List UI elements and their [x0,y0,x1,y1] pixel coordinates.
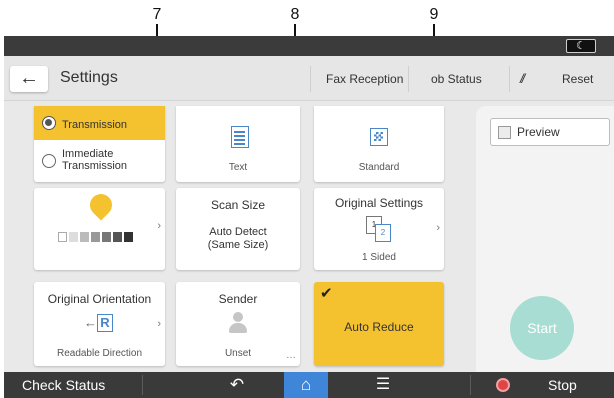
sender-value: Unset [224,348,252,359]
back-nav-button[interactable]: ↶ [222,372,252,398]
original-settings-value: 1 Sided [362,252,396,263]
checkmark-icon: ✔ [320,285,333,302]
menu-icon: ☰ [375,376,391,393]
bottom-divider [470,375,471,395]
original-settings-title: Original Settings [334,196,424,210]
back-arrow-icon: ← [19,67,39,89]
chevron-right-icon: › [157,318,161,330]
bottom-divider [142,375,143,395]
readable-direction-icon: ← R [84,314,113,334]
memory-transmission-label: Transmission [62,119,127,131]
fax-reception-button[interactable]: Fax Reception [326,67,403,91]
stop-label: Stop [548,377,577,393]
reset-label: Reset [562,72,594,86]
reset-icon: // [520,71,525,86]
reset-button[interactable]: // Reset [518,67,614,91]
page-title: Settings [60,69,118,86]
density-scale [58,232,133,242]
transmission-card: Transmission Immediate Transmission [34,106,165,182]
callout-9: 9 [429,6,439,23]
home-button[interactable]: ⌂ [284,372,328,398]
right-panel: Preview Start [476,106,614,372]
job-status-button[interactable]: ob Status [431,67,482,91]
auto-reduce-card[interactable]: ✔ Auto Reduce [314,282,444,366]
device-screen: ☾ ← Settings Fax Reception ob Status // … [4,36,614,398]
back-button[interactable]: ← [10,66,48,92]
immediate-transmission-label: Immediate Transmission [62,148,127,172]
sender-card[interactable]: Sender Unset … [176,282,300,366]
original-orientation-value: Readable Direction [56,348,143,359]
original-orientation-title: Original Orientation [47,292,152,306]
header-divider [408,66,409,92]
scan-type-card[interactable]: Text [176,106,300,182]
original-orientation-card[interactable]: Original Orientation ← R › Readable Direc… [34,282,165,366]
scan-size-card[interactable]: Scan Size Auto Detect (Same Size) [176,188,300,270]
start-button[interactable]: Start [510,296,574,360]
resolution-value: Standard [358,162,400,173]
resolution-card[interactable]: Standard [314,106,444,182]
menu-button[interactable]: ☰ [368,372,398,398]
scan-type-value: Text [228,162,248,173]
immediate-transmission-option[interactable]: Immediate Transmission [42,146,162,176]
callout-8: 8 [290,6,300,23]
resolution-icon [370,128,388,146]
auto-reduce-title: Auto Reduce [344,320,414,334]
sender-title: Sender [218,292,258,306]
home-icon: ⌂ [300,375,312,394]
immediate-transmission-radio [42,154,56,168]
bottom-bar: Check Status ↶ ⌂ ☰ Stop [4,372,614,398]
check-status-button[interactable]: Check Status [22,372,105,398]
moon-icon: ☾ [576,40,586,52]
person-icon [229,312,247,334]
original-settings-card[interactable]: Original Settings 1 2 1 Sided › [314,188,444,270]
chevron-right-icon: › [436,222,440,234]
energy-saver-button[interactable]: ☾ [566,39,596,53]
callout-7: 7 [152,6,162,23]
density-card[interactable]: › [34,188,165,270]
header-divider [509,66,510,92]
checkbox-icon [498,126,511,139]
memory-transmission-option[interactable]: Transmission [34,106,165,140]
scan-size-title: Scan Size [210,198,266,212]
more-icon: … [286,350,296,361]
preview-label: Preview [517,125,560,139]
density-marker-icon [85,189,117,221]
chevron-right-icon: › [157,220,161,232]
text-document-icon [231,126,249,148]
header-divider [310,66,311,92]
preview-checkbox[interactable]: Preview [490,118,610,146]
stop-button[interactable]: Stop [490,372,614,398]
one-sided-icon: 1 2 [366,216,392,242]
memory-transmission-radio [42,116,56,130]
stop-icon [496,378,510,392]
header: ← Settings Fax Reception ob Status // Re… [4,56,614,101]
status-bar: ☾ [4,36,614,56]
undo-arrow-icon: ↶ [229,375,245,394]
scan-size-value: Auto Detect (Same Size) [207,226,269,251]
